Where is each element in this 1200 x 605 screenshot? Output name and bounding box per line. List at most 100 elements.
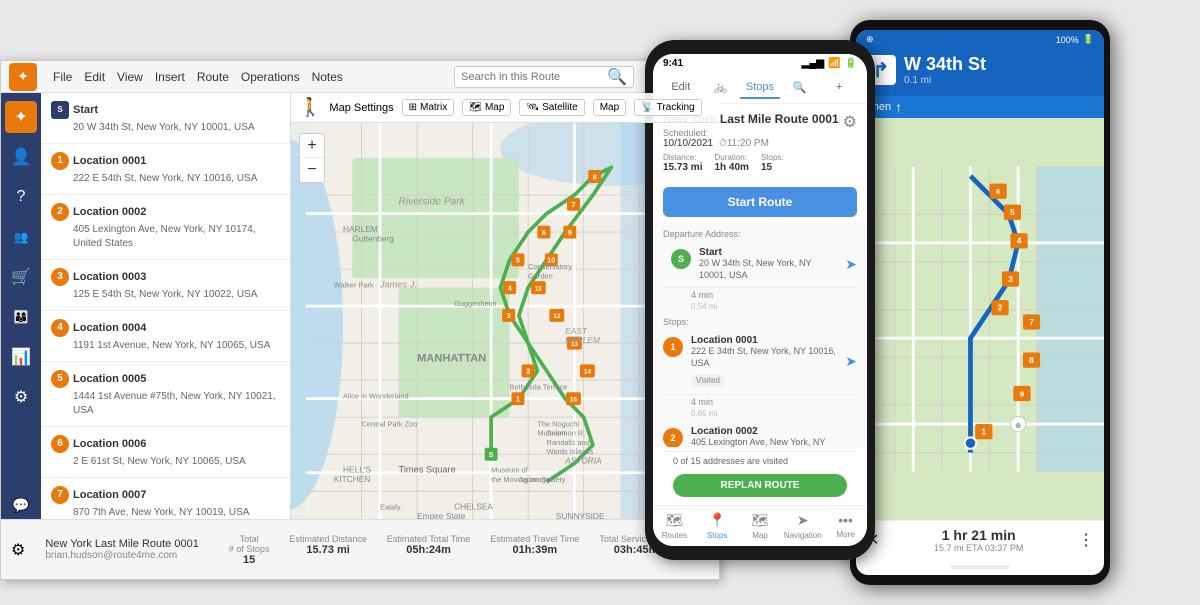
phone1-start-route-btn[interactable]: Start Route — [663, 187, 857, 217]
phone2-nav-header: ↱ W 34th St 0.1 mi — [856, 49, 1104, 96]
phone1-dist-2: 0.65 mi — [663, 409, 857, 420]
matrix-btn[interactable]: ⊞ Matrix — [402, 99, 455, 116]
sidebar-item-settings[interactable]: ⚙ — [5, 381, 37, 413]
tracking-btn[interactable]: 📡 Tracking — [634, 99, 701, 116]
screenshot-container: ✦ File Edit View Insert Route Operations… — [0, 0, 1200, 605]
menu-notes[interactable]: Notes — [312, 70, 343, 84]
cart-icon: 🛒 — [11, 267, 31, 287]
chat-bubble-btn[interactable]: 💬 — [7, 491, 35, 519]
svg-text:15: 15 — [570, 396, 578, 403]
phone1-stop-1[interactable]: 1 Location 0001 222 E 34th St, New York,… — [663, 329, 857, 394]
map-btn[interactable]: 🗺 Map — [462, 99, 511, 116]
tab-stops[interactable]: Stops — [740, 77, 780, 99]
phone2-map: 1 2 3 4 5 6 7 8 — [856, 118, 1104, 520]
phone2-eta: 1 hr 21 min 15.7 mi ETA 03:37 PM — [879, 527, 1078, 553]
svg-text:11: 11 — [535, 285, 542, 292]
stop-item-start[interactable]: S Start 20 W 34th St, New York, NY 10001… — [41, 93, 290, 144]
bottom-stats: Total # of Stops 15 Estimated Distance 1… — [229, 534, 673, 566]
stop-name-4: Location 0004 — [73, 322, 146, 334]
group-icon: 👨‍👩‍👦 — [14, 310, 29, 324]
route-search-box[interactable]: 🔍 — [454, 66, 634, 88]
svg-text:Riverside Park: Riverside Park — [399, 196, 466, 207]
phone1-nav-stops[interactable]: 📍 Stops — [696, 510, 739, 542]
desktop-app-window: ✦ File Edit View Insert Route Operations… — [0, 60, 720, 580]
phone1-stop-info-1: Location 0001 222 E 34th St, New York, N… — [691, 335, 837, 387]
svg-text:HARLEM: HARLEM — [565, 335, 600, 345]
satellite-btn[interactable]: 🛰 Satellite — [519, 99, 584, 116]
sidebar-item-user[interactable]: 👤 — [5, 141, 37, 173]
map-zoom-controls: + − — [299, 133, 325, 183]
phone2-map-svg: 1 2 3 4 5 6 7 8 — [856, 118, 1104, 520]
stop-item-6[interactable]: 6 Location 0006 2 E 61st St, New York, N… — [41, 427, 290, 478]
phone1-status-icons: ▂▄▆ 📶 🔋 — [802, 58, 857, 69]
phone1-screen: 9:41 ▂▄▆ 📶 🔋 Edit 🚲 Stops 🔍 + Ne — [653, 54, 867, 546]
sidebar-item-home[interactable]: ✦ — [5, 101, 37, 133]
stat-total-time: Estimated Total Time 05h:24m — [387, 534, 470, 566]
stop-number-6: 6 — [51, 435, 69, 453]
phone1-nav-arrow-start[interactable]: ➤ — [845, 256, 857, 273]
phone1-nav-routes[interactable]: 🗺 Routes — [653, 510, 696, 542]
svg-text:KITCHEN: KITCHEN — [334, 474, 371, 484]
stat-stops: Total # of Stops 15 — [229, 534, 270, 566]
phone2-header-distance: 0.1 mi — [904, 75, 1094, 86]
stop-address-5: 1444 1st Avenue #75th, New York, NY 1002… — [51, 390, 280, 418]
phone1-nav-navigation[interactable]: ➤ Navigation — [781, 510, 824, 542]
route-search-input[interactable] — [461, 71, 607, 83]
tracking-icon: 📡 — [641, 102, 653, 113]
menu-operations[interactable]: Operations — [241, 70, 300, 84]
map2-btn[interactable]: Map — [593, 99, 626, 116]
bottom-route-name: New York Last Mile Route 0001 — [45, 538, 198, 550]
phone2-more-btn[interactable]: ⋮ — [1078, 530, 1094, 550]
stop-number-7: 7 — [51, 486, 69, 504]
search-icon: 🔍 — [607, 67, 627, 87]
sidebar-item-cart[interactable]: 🛒 — [5, 261, 37, 293]
svg-text:3: 3 — [1008, 274, 1013, 284]
tab-add[interactable]: + — [819, 77, 859, 99]
phone1-status-bar: 9:41 ▂▄▆ 📶 🔋 — [653, 54, 867, 73]
street-view-icon[interactable]: 🚶 — [299, 97, 321, 118]
menu-edit[interactable]: Edit — [84, 70, 105, 84]
phone1-stop-start[interactable]: S Start 20 W 34th St, New York, NY 10001… — [663, 241, 857, 288]
stop-item-7[interactable]: 7 Location 0007 870 7th Ave, New York, N… — [41, 478, 290, 519]
chat-icon: 💬 — [12, 497, 29, 514]
settings-icon: ⚙ — [14, 387, 28, 407]
menu-insert[interactable]: Insert — [155, 70, 185, 84]
zoom-out-btn[interactable]: − — [300, 158, 324, 182]
stop-item-1[interactable]: 1 Location 0001 222 E 54th St, New York,… — [41, 144, 290, 195]
phone2-street-info: W 34th St 0.1 mi — [904, 55, 1094, 86]
stop-item-4[interactable]: 4 Location 0004 1191 1st Avenue, New Yor… — [41, 311, 290, 362]
phone1-dot-1: 1 — [663, 337, 683, 357]
phone2-home-bar — [950, 565, 1010, 569]
svg-text:2: 2 — [998, 302, 1003, 312]
app-body: ✦ 👤 ? 👥 🛒 👨‍👩‍👦 📊 — [1, 93, 719, 519]
gear-settings-icon[interactable]: ⚙ — [11, 540, 25, 560]
tab-search[interactable]: 🔍 — [780, 77, 820, 99]
svg-text:The Noguchi: The Noguchi — [537, 419, 579, 428]
menu-view[interactable]: View — [117, 70, 143, 84]
phone1-time: 9:41 — [663, 58, 683, 69]
svg-text:S: S — [489, 450, 494, 459]
stop-item-5[interactable]: 5 Location 0005 1444 1st Avenue #75th, N… — [41, 362, 290, 427]
phone1-nav-arrow-1[interactable]: ➤ — [845, 353, 857, 370]
zoom-in-btn[interactable]: + — [300, 134, 324, 158]
phone1-settings-icon[interactable]: ⚙ — [843, 112, 857, 132]
bottom-user-email: brian.hudson@route4me.com — [45, 550, 198, 561]
phone1-stop-2[interactable]: 2 Location 0002 405 Lexington Ave, New Y… — [663, 420, 857, 447]
phone2-direction-arrow: ↱ — [873, 58, 890, 83]
phone1-nav-map[interactable]: 🗺 Map — [739, 510, 782, 542]
menu-file[interactable]: File — [53, 70, 72, 84]
sidebar-item-group[interactable]: 👨‍👩‍👦 — [5, 301, 37, 333]
stop-item-2[interactable]: 2 Location 0002 405 Lexington Ave, New Y… — [41, 195, 290, 260]
svg-text:5: 5 — [1010, 207, 1015, 217]
sidebar-item-help[interactable]: ? — [5, 181, 37, 213]
phone1-nav-more[interactable]: ••• More — [824, 510, 867, 542]
svg-text:1: 1 — [981, 426, 986, 436]
phone1-stops-list: Departure Address: S Start 20 W 34th St,… — [653, 223, 867, 447]
phone1-replan-btn[interactable]: REPLAN ROUTE — [673, 474, 847, 497]
menu-route[interactable]: Route — [197, 70, 229, 84]
sidebar-item-chart[interactable]: 📊 — [5, 341, 37, 373]
sidebar-item-team[interactable]: 👥 — [5, 221, 37, 253]
stop-item-3[interactable]: 3 Location 0003 125 E 54th St, New York,… — [41, 260, 290, 311]
map-icon: 🗺 — [469, 102, 482, 113]
svg-text:Empire State: Empire State — [417, 511, 466, 519]
